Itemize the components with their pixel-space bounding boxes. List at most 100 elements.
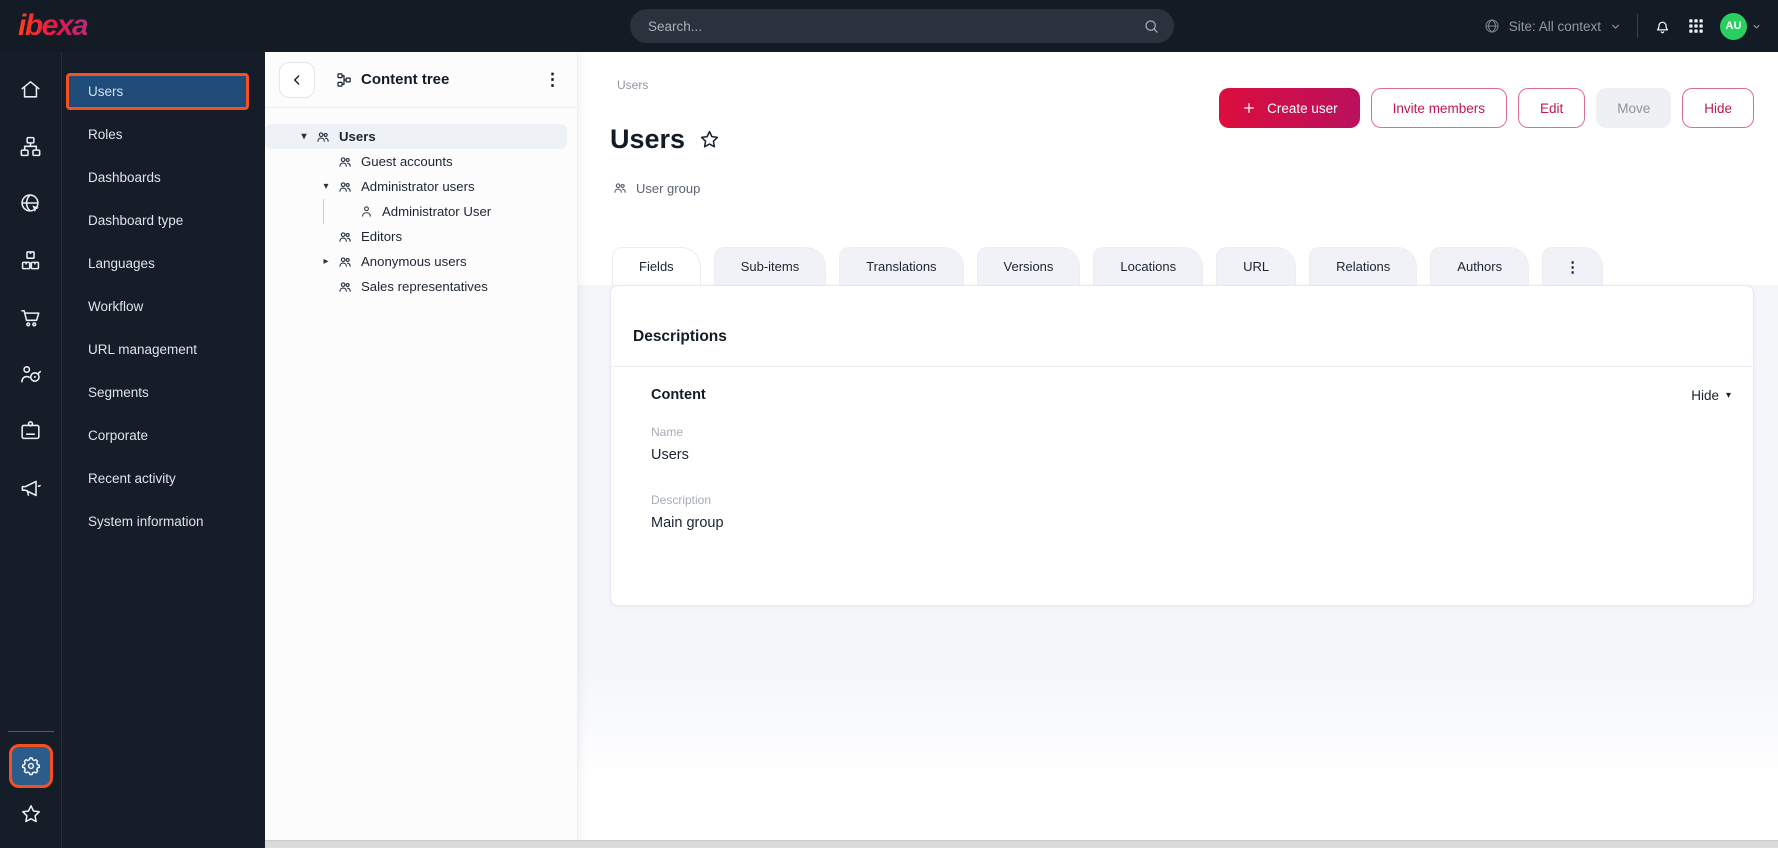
sidebar-item-recent-activity[interactable]: Recent activity	[62, 457, 265, 500]
tree-item-label: Guest accounts	[361, 154, 453, 169]
create-user-button[interactable]: Create user	[1219, 88, 1360, 128]
admin-menu-sidebar: Users Roles Dashboards Dashboard type La…	[62, 52, 265, 848]
section-title: Content	[651, 387, 706, 403]
user-group-icon	[337, 254, 353, 270]
home-icon[interactable]	[0, 76, 62, 102]
user-group-icon	[315, 129, 331, 145]
content-tree-title: Content tree	[361, 71, 450, 88]
tab-locations[interactable]: Locations	[1093, 247, 1204, 285]
search-input[interactable]	[648, 18, 1143, 34]
tree-item-label: Sales representatives	[361, 279, 488, 294]
tab-bar: Fields Sub-items Translations Versions L…	[612, 247, 1604, 285]
field-description: Description Main group	[651, 493, 1731, 531]
site-context-label: Site: All context	[1508, 18, 1601, 34]
tree-item-sales-representatives[interactable]: Sales representatives	[265, 274, 567, 299]
tab-relations[interactable]: Relations	[1309, 247, 1418, 285]
page-title: Users	[610, 124, 686, 154]
sidebar-item-users[interactable]: Users	[66, 73, 249, 110]
tree-item-label: Editors	[361, 229, 403, 244]
bookmarks-star-icon[interactable]	[19, 802, 43, 826]
content-type-row: User group	[612, 180, 700, 196]
tree-item-editors[interactable]: Editors	[265, 224, 567, 249]
tree-item-administrator-users[interactable]: ▾ Administrator users	[265, 174, 567, 199]
topbar-divider	[1637, 14, 1638, 38]
tab-authors[interactable]: Authors	[1430, 247, 1530, 285]
tab-url[interactable]: URL	[1216, 247, 1297, 285]
tree-item-users[interactable]: ▾ Users	[265, 124, 567, 149]
field-value: Users	[651, 447, 689, 463]
notifications-bell-icon[interactable]	[1653, 17, 1672, 36]
tree-item-label: Administrator User	[382, 204, 492, 219]
tab-fields[interactable]: Fields	[612, 247, 701, 285]
invite-members-button[interactable]: Invite members	[1370, 88, 1507, 128]
user-group-icon	[337, 229, 353, 245]
app-grid-icon[interactable]	[1687, 17, 1705, 35]
collapse-panel-button[interactable]	[279, 61, 315, 98]
ibexa-logo[interactable]: ibexa	[18, 9, 89, 43]
tab-translations[interactable]: Translations	[839, 247, 964, 285]
avatar[interactable]: AU	[1720, 12, 1747, 40]
sidebar-item-dashboard-type[interactable]: Dashboard type	[62, 199, 265, 242]
tree-item-anonymous-users[interactable]: ▸ Anonymous users	[265, 249, 567, 274]
horizontal-scrollbar[interactable]	[265, 840, 1778, 848]
sidebar-item-system-information[interactable]: System information	[62, 500, 265, 543]
top-bar: ibexa Site: All context	[0, 0, 1778, 52]
tree-item-label: Administrator users	[361, 179, 475, 194]
hide-button[interactable]: Hide	[1682, 88, 1754, 128]
megaphone-icon[interactable]	[0, 475, 62, 501]
sidebar-item-languages[interactable]: Languages	[62, 242, 265, 285]
caret-down-icon: ▾	[1725, 389, 1731, 401]
plus-icon	[1241, 100, 1257, 116]
chevron-down-icon	[1751, 21, 1762, 32]
site-context-selector[interactable]: Site: All context	[1483, 17, 1622, 35]
sidebar-item-url-management[interactable]: URL management	[62, 328, 265, 371]
favorite-star-icon[interactable]	[698, 128, 721, 151]
tree-item-guest-accounts[interactable]: Guest accounts	[265, 149, 567, 174]
sidebar-item-dashboards[interactable]: Dashboards	[62, 156, 265, 199]
breadcrumb: Users	[617, 78, 649, 92]
tree-item-label: Anonymous users	[361, 254, 467, 269]
edit-button[interactable]: Edit	[1517, 88, 1586, 128]
tree-guide-line	[323, 199, 359, 224]
sidebar-item-segments[interactable]: Segments	[62, 371, 265, 414]
user-group-icon	[337, 154, 353, 170]
tree-item-label: Users	[339, 129, 376, 144]
section-collapse-toggle[interactable]: Hide ▾	[1691, 388, 1731, 403]
fields-card: Descriptions Content Hide ▾ Name Users D…	[610, 285, 1754, 606]
admin-gear-icon[interactable]	[8, 744, 53, 788]
icon-rail	[0, 52, 62, 848]
globe-icon	[1483, 17, 1501, 35]
rail-bottom-group	[7, 731, 54, 848]
caret-down-icon[interactable]: ▾	[315, 181, 337, 192]
rail-divider	[7, 731, 54, 732]
tree-options-kebab-icon[interactable]: ⋮	[544, 71, 561, 88]
global-search[interactable]	[630, 9, 1174, 43]
content-tree: ▾ Users Guest accounts ▾ Administrator u…	[265, 108, 577, 299]
sidebar-item-workflow[interactable]: Workflow	[62, 285, 265, 328]
sidebar-item-roles[interactable]: Roles	[62, 113, 265, 156]
user-menu[interactable]: AU	[1720, 12, 1762, 40]
content-section-header: Content Hide ▾	[651, 387, 1731, 403]
caret-down-icon[interactable]: ▾	[293, 131, 315, 142]
move-button[interactable]: Move	[1596, 88, 1672, 128]
user-icon	[359, 204, 374, 219]
content-structure-icon[interactable]	[0, 133, 62, 159]
commerce-cart-icon[interactable]	[0, 304, 62, 330]
sidebar-item-corporate[interactable]: Corporate	[62, 414, 265, 457]
caret-right-icon[interactable]: ▸	[315, 256, 337, 267]
personalization-target-icon[interactable]	[0, 361, 62, 387]
action-buttons: Create user Invite members Edit Move Hid…	[1219, 88, 1754, 128]
tab-sub-items[interactable]: Sub-items	[713, 247, 827, 285]
tab-more-kebab-icon[interactable]: ⋮	[1542, 247, 1604, 285]
tree-item-administrator-user[interactable]: Administrator User	[265, 199, 567, 224]
corporate-badge-icon[interactable]	[0, 418, 62, 444]
content-tree-panel: Content tree ⋮ ▾ Users Guest accounts ▾ …	[265, 52, 578, 848]
content-type-label: User group	[636, 180, 701, 196]
tab-versions[interactable]: Versions	[976, 247, 1081, 285]
chevron-down-icon	[1609, 20, 1622, 33]
user-group-icon	[612, 180, 628, 196]
product-boxes-icon[interactable]	[0, 247, 62, 273]
search-icon[interactable]	[1143, 18, 1160, 35]
site-globe-icon[interactable]	[0, 190, 62, 216]
card-heading: Descriptions	[611, 286, 1753, 367]
